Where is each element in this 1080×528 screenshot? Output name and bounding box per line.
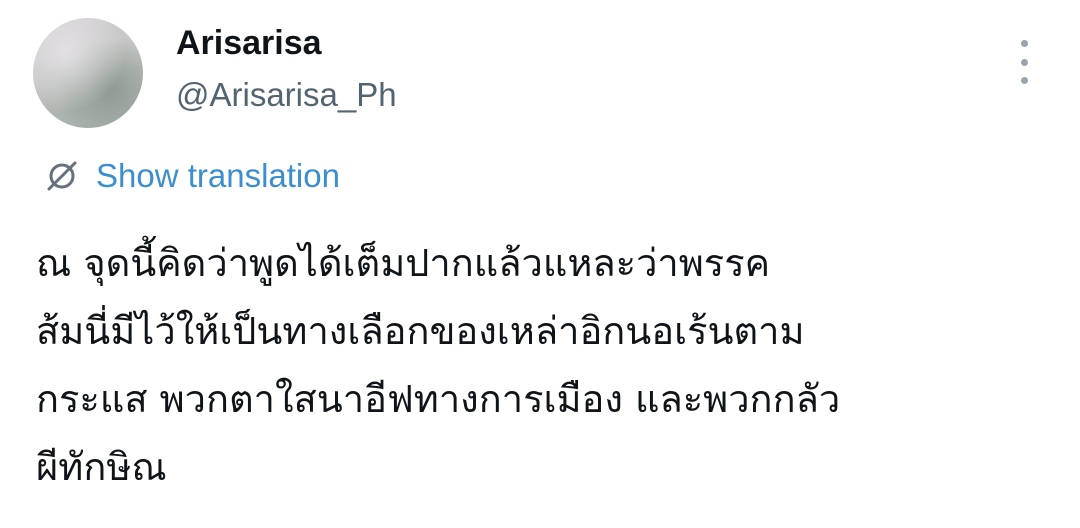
more-vertical-icon-dot bbox=[1020, 58, 1028, 66]
user-handle[interactable]: @Arisarisa_Ph bbox=[176, 76, 397, 114]
translate-slash-icon bbox=[47, 161, 77, 191]
show-translation-button[interactable]: Show translation bbox=[44, 154, 340, 198]
display-name[interactable]: Arisarisa bbox=[176, 24, 322, 63]
more-vertical-icon-dot bbox=[1020, 77, 1028, 84]
show-translation-label: Show translation bbox=[96, 157, 340, 194]
tweet-text-line: ส้มนี่มีไว้ให้เป็นทางเลือกของเหล่าอิกนอเ… bbox=[36, 309, 805, 353]
tweet-text-line: กระแส พวกตาใสนาอีฟทางการเมือง และพวกกลัว bbox=[36, 377, 841, 421]
tweet-text-line: ผีทักษิณ bbox=[36, 445, 167, 489]
avatar[interactable] bbox=[33, 18, 143, 128]
tweet-text-line: ณ จุดนี้คิดว่าพูดได้เต็มปากแล้วแหละว่าพร… bbox=[36, 241, 771, 285]
more-vertical-icon bbox=[1020, 40, 1028, 47]
tweet-text: ณ จุดนี้คิดว่าพูดได้เต็มปากแล้วแหละว่าพร… bbox=[36, 229, 1046, 501]
more-options-button[interactable] bbox=[1008, 40, 1040, 84]
tweet-card: Arisarisa @Arisarisa_Ph Show translation… bbox=[0, 0, 1080, 528]
